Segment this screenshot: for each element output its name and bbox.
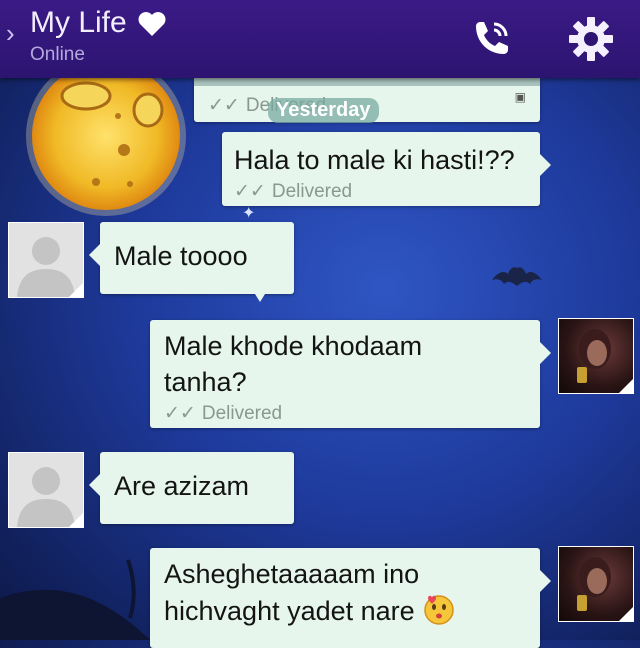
settings-button[interactable] [566,14,616,64]
message-text-line-with-emoji: hichvaght yadet nare [164,592,526,629]
message-text: Are azizam [114,471,250,501]
double-check-icon: ✓✓ [208,95,240,116]
message-bubble-outgoing[interactable]: Male khode khodaam tanha? ✓✓ Delivered [150,320,551,428]
chevron-back-icon[interactable]: › [6,18,15,49]
contact-avatar[interactable] [8,452,84,528]
media-thumbnail-strip[interactable] [194,78,540,86]
person-placeholder-icon [17,467,83,527]
sparkle-icon: ✦ [242,205,256,222]
date-divider: Yesterday [268,98,379,123]
double-check-icon: ✓✓ [164,403,196,424]
kissing-face-icon [424,595,454,625]
presence-status: Online [30,44,85,65]
contact-name[interactable]: My Life [30,6,127,39]
bat-icon [492,267,542,286]
message-bubble-incoming[interactable]: Are azizam [89,452,294,524]
delivery-status: ✓✓Delivered [234,181,353,202]
person-placeholder-icon [17,237,83,297]
message-bubble-outgoing[interactable]: Asheghetaaaaam ino hichvaght yadet nare [150,548,551,648]
image-overlay-icon: ▣ [514,90,526,104]
message-text-line: Asheghetaaaaam ino [164,559,420,589]
contact-avatar[interactable] [8,222,84,298]
my-avatar[interactable] [558,318,634,394]
message-text: Male toooo [114,241,248,271]
moon-decoration [26,64,186,216]
message-bubble-incoming[interactable]: Male toooo [89,222,294,302]
message-text-line: tanha? [164,367,247,397]
gear-icon [569,17,613,61]
phone-call-icon [476,22,508,54]
message-text-line: Male khode khodaam [164,331,423,361]
profile-photo [577,557,633,621]
profile-photo [577,329,633,393]
my-avatar[interactable] [558,546,634,622]
message-text: Hala to male ki hasti!?? [234,145,515,175]
heart-icon [138,12,166,37]
call-button[interactable] [466,14,516,64]
chat-header: › My Life Online [0,0,640,78]
double-check-icon: ✓✓ [234,181,266,202]
contact-name-row[interactable]: My Life [30,6,167,40]
delivery-status: ✓✓Delivered [164,403,283,424]
bubble-tail-marker [255,294,265,302]
message-bubble-outgoing[interactable]: Hala to male ki hasti!?? ✓✓ Delivered [222,132,551,206]
tree-branch-decoration [0,559,150,640]
